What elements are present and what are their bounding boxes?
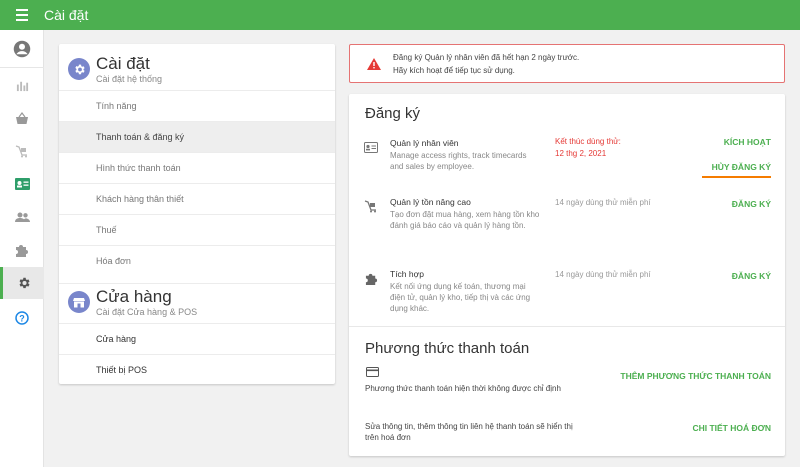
subscription-desc-employees: Manage access rights, track timecards an… xyxy=(390,151,527,171)
subscription-name-employees: Quản lý nhân viên xyxy=(390,138,459,148)
svg-text:?: ? xyxy=(19,313,25,323)
cart-icon xyxy=(364,199,378,213)
bar-chart-icon[interactable] xyxy=(0,69,44,101)
credit-card-icon xyxy=(365,365,379,379)
subscription-name-inventory: Quản lý tồn nâng cao xyxy=(390,197,471,207)
store-section-title: Cửa hàng xyxy=(96,287,172,306)
subscriptions-card: Đăng ký Quản lý nhân viên Manage access … xyxy=(349,94,785,456)
gear-icon[interactable] xyxy=(0,267,44,299)
settings-nav-card: Cài đặt Cài đặt hệ thống Tính năng Thanh… xyxy=(59,44,335,384)
nav-item-taxes[interactable]: Thuế xyxy=(59,214,335,245)
add-payment-method-button[interactable]: THÊM PHƯƠNG THỨC THANH TOÁN xyxy=(620,371,771,381)
store-section-header: Cửa hàng Cài đặt Cửa hàng & POS xyxy=(59,283,335,318)
activate-button[interactable]: KÍCH HOẠT xyxy=(724,137,771,147)
nav-item-loyalty[interactable]: Khách hàng thân thiết xyxy=(59,183,335,214)
trial-status-inventory: 14 ngày dùng thử miễn phí xyxy=(555,198,651,207)
unsubscribe-button[interactable]: HỦY ĐĂNG KÝ xyxy=(701,162,771,178)
account-circle-icon[interactable] xyxy=(0,33,44,65)
invoice-info-text: Sửa thông tin, thêm thông tin liên hệ th… xyxy=(365,422,573,442)
trial-end-date: 12 thg 2, 2021 xyxy=(555,149,607,158)
section-divider xyxy=(349,326,785,327)
subscription-name-integrations: Tích hợp xyxy=(390,269,424,279)
store-icon xyxy=(68,291,90,313)
subscribe-integrations-button[interactable]: ĐĂNG KÝ xyxy=(732,271,771,281)
menu-icon[interactable] xyxy=(0,0,44,30)
payment-method-title: Phương thức thanh toán xyxy=(365,340,530,357)
nav-item-stores[interactable]: Cửa hàng xyxy=(59,323,335,354)
alert-message-line2: Hãy kích hoạt để tiếp tục sử dụng. xyxy=(393,65,515,75)
settings-section-subtitle: Cài đặt hệ thống xyxy=(96,74,163,84)
trial-status-integrations: 14 ngày dùng thử miễn phí xyxy=(555,270,651,279)
subscriptions-title: Đăng ký xyxy=(365,105,421,122)
warning-icon xyxy=(365,56,383,72)
nav-item-pos-devices[interactable]: Thiết bị POS xyxy=(59,354,335,385)
page-title: Cài đặt xyxy=(44,7,89,23)
side-rail: ? xyxy=(0,30,44,467)
settings-section-title: Cài đặt xyxy=(96,54,150,73)
trial-end-label: Kết thúc dùng thử: xyxy=(555,137,621,146)
puzzle-icon[interactable] xyxy=(0,234,44,266)
people-icon[interactable] xyxy=(0,201,44,233)
alert-message-line1: Đăng ký Quản lý nhân viên đã hết hạn 2 n… xyxy=(393,52,580,62)
employee-card-icon xyxy=(364,140,378,154)
no-payment-method-text: Phương thức thanh toán hiện thời không đ… xyxy=(365,384,561,393)
expiry-alert-banner: Đăng ký Quản lý nhân viên đã hết hạn 2 n… xyxy=(349,44,785,83)
gear-icon xyxy=(68,58,90,80)
nav-item-features[interactable]: Tính năng xyxy=(59,90,335,121)
top-app-bar: Cài đặt xyxy=(0,0,800,30)
help-icon[interactable]: ? xyxy=(0,302,44,334)
invoice-details-button[interactable]: CHI TIẾT HOÁ ĐƠN xyxy=(692,423,771,433)
basket-icon[interactable] xyxy=(0,102,44,134)
puzzle-icon xyxy=(364,271,378,285)
subscribe-inventory-button[interactable]: ĐĂNG KÝ xyxy=(732,199,771,209)
settings-section-header: Cài đặt Cài đặt hệ thống xyxy=(59,54,335,85)
cart-icon[interactable] xyxy=(0,135,44,167)
store-section-subtitle: Cài đặt Cửa hàng & POS xyxy=(96,307,198,317)
nav-item-payment-types[interactable]: Hình thức thanh toán xyxy=(59,152,335,183)
subscription-desc-inventory: Tạo đơn đặt mua hàng, xem hàng tồn kho đ… xyxy=(390,210,540,230)
id-card-icon[interactable] xyxy=(0,168,44,200)
nav-item-billing-subscription[interactable]: Thanh toán & đăng ký xyxy=(59,121,335,152)
subscription-desc-integrations: Kết nối ứng dụng kế toán, thương mại điệ… xyxy=(390,282,531,313)
nav-item-receipts[interactable]: Hóa đơn xyxy=(59,245,335,276)
